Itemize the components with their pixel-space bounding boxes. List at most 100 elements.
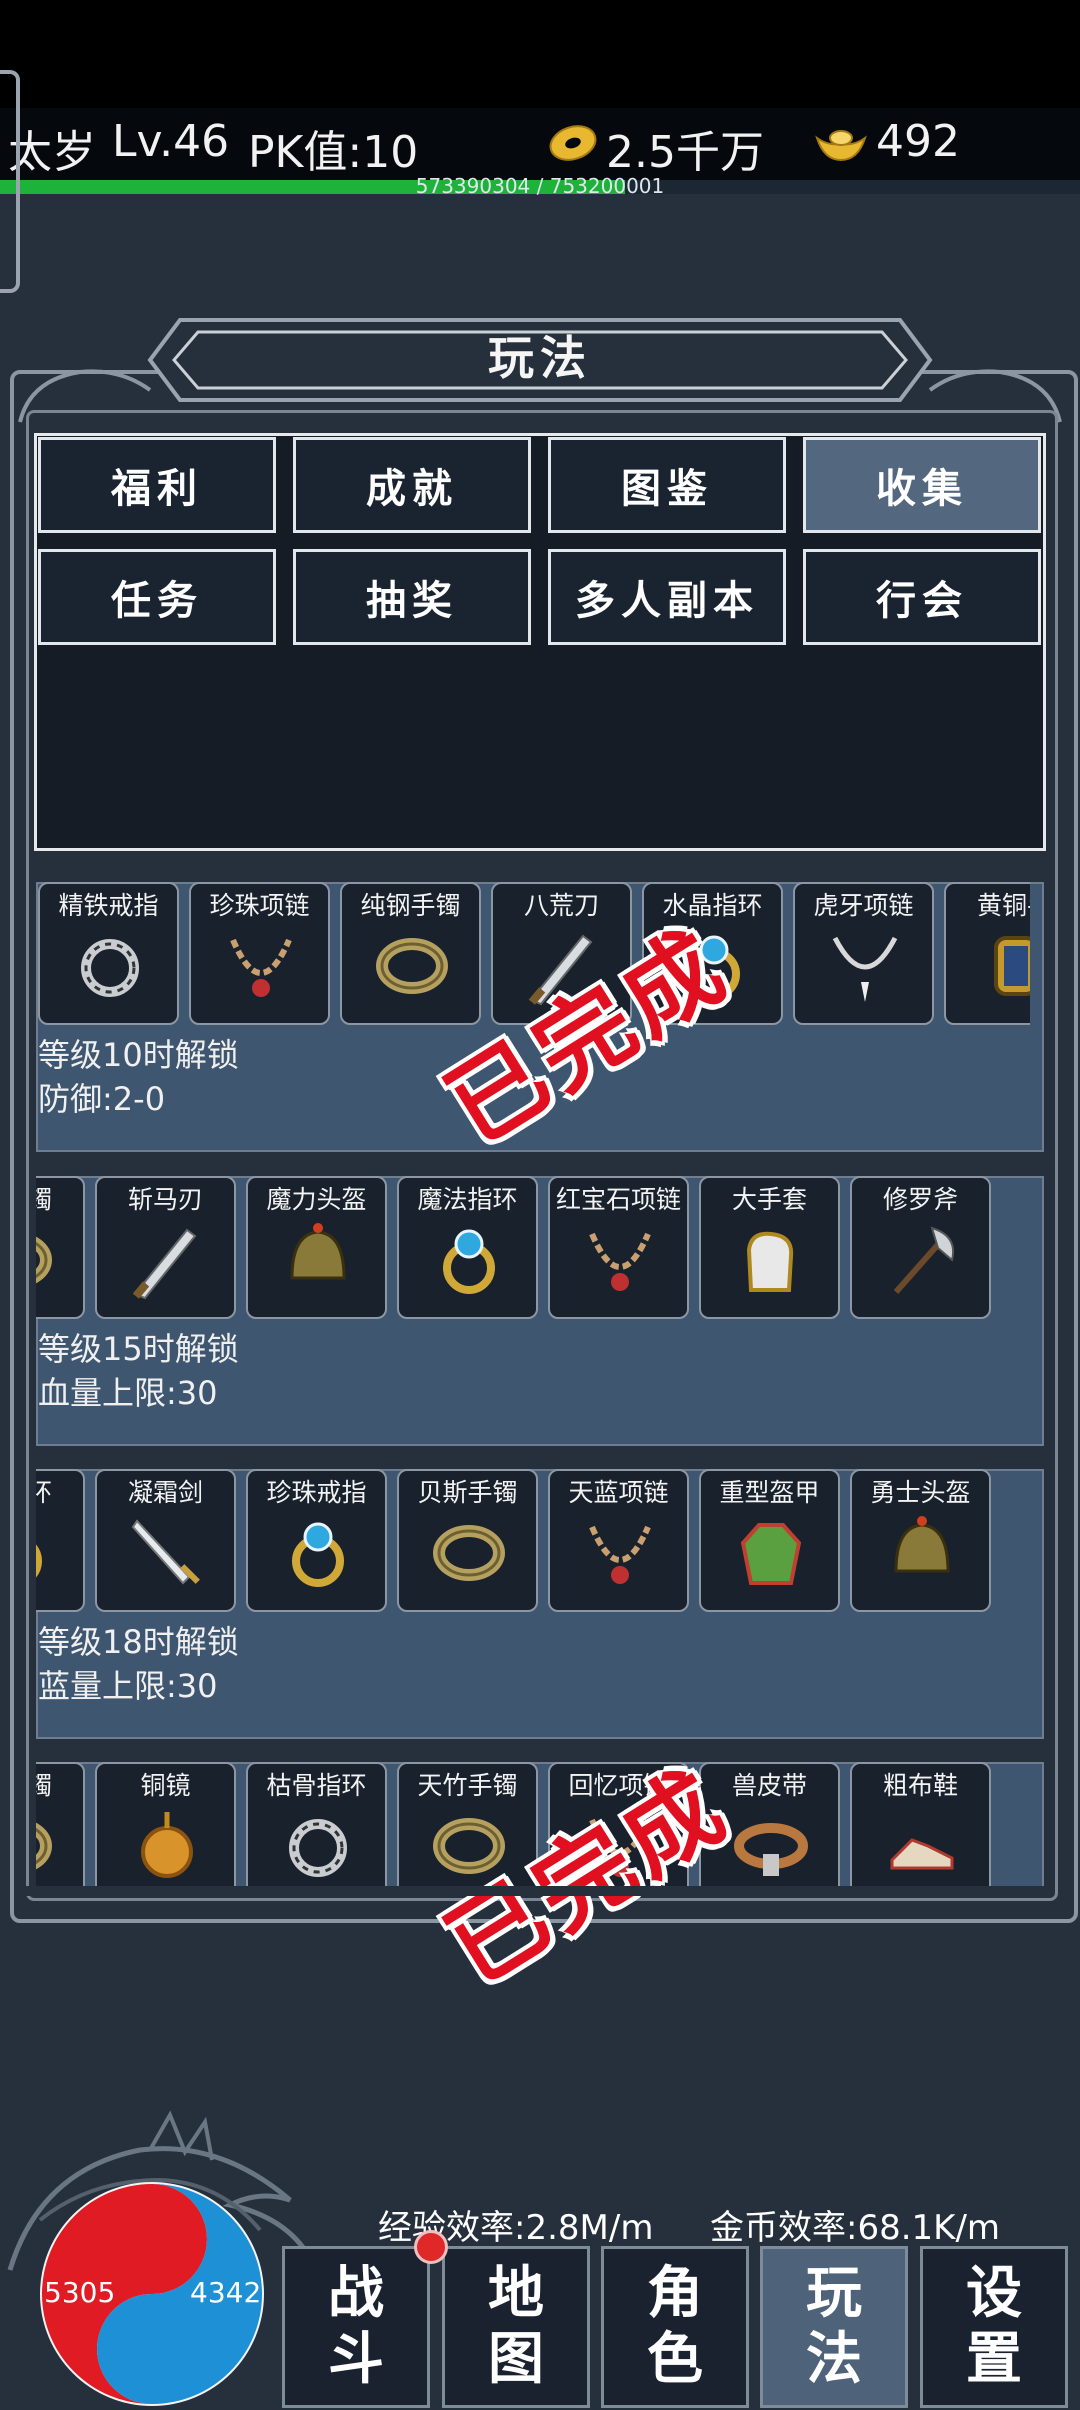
- bracelet-icon: [372, 926, 452, 1006]
- item-name: 斩马刃: [127, 1185, 203, 1214]
- collection-item[interactable]: 重型盔甲: [699, 1469, 840, 1612]
- panel-title: 玩法: [488, 331, 592, 385]
- collection-item[interactable]: 金手镯: [36, 1762, 85, 1888]
- side-drawer-handle[interactable]: [0, 70, 20, 293]
- collection-item[interactable]: 红宝石项链: [548, 1176, 689, 1319]
- item-name: 粗布鞋: [882, 1771, 958, 1800]
- collection-item[interactable]: 铜镜: [95, 1762, 236, 1888]
- gold-amount: 2.5千万: [606, 127, 764, 178]
- collection-item[interactable]: 珍珠戒指: [246, 1469, 387, 1612]
- nav-tab-label: 图: [488, 2327, 544, 2392]
- collection-item[interactable]: 珍珠项链: [189, 882, 330, 1025]
- item-name: 修罗斧: [882, 1185, 958, 1214]
- ring-icon: [70, 926, 150, 1006]
- gold-coin-icon: [549, 125, 597, 161]
- nav-tab-label: 斗: [328, 2327, 384, 2392]
- collection-bonus: 防御:2-0: [38, 1080, 166, 1118]
- ring-gem-icon: [278, 1513, 358, 1593]
- menu-button[interactable]: 抽奖: [293, 549, 531, 645]
- collection-item[interactable]: 贝斯手镯: [397, 1469, 538, 1612]
- collection-item[interactable]: 纯钢手镯: [340, 882, 481, 1025]
- item-name: 法手环: [36, 1478, 52, 1507]
- menu-button[interactable]: 任务: [38, 549, 276, 645]
- collection-item[interactable]: 枯骨指环: [246, 1762, 387, 1888]
- gold-efficiency: 金币效率:68.1K/m: [710, 2208, 1001, 2248]
- item-name: 纯钢手镯: [360, 891, 461, 920]
- bracelet-icon: [36, 1806, 56, 1886]
- nav-tab[interactable]: 设置: [920, 2246, 1068, 2408]
- collection-item[interactable]: 黄铜手: [944, 882, 1030, 1025]
- collection-item[interactable]: 黄手镯: [36, 1176, 85, 1319]
- collection-item[interactable]: 精铁戒指: [38, 882, 179, 1025]
- item-name: 枯骨指环: [266, 1771, 367, 1800]
- nav-tab[interactable]: 地图: [442, 2246, 590, 2408]
- collection-item[interactable]: 魔力头盔: [246, 1176, 387, 1319]
- collection-item-strip[interactable]: 黄手镯 斩马刃 魔力头盔 魔法指环 红宝石项链 大手套 修罗斧: [36, 1176, 1030, 1321]
- nav-tab[interactable]: 战斗: [282, 2246, 430, 2408]
- nav-tab-label: 色: [647, 2327, 703, 2392]
- collection-item[interactable]: 魔法指环: [397, 1176, 538, 1319]
- necklace-icon: [580, 1513, 660, 1593]
- exp-text: 573390304 / 753200001: [415, 174, 665, 198]
- menu-button[interactable]: 收集: [803, 437, 1041, 533]
- helmet-icon: [882, 1513, 962, 1593]
- bracelet-icon: [36, 1220, 56, 1300]
- collection-bonus: 血量上限:30: [38, 1374, 218, 1412]
- unlock-requirement: 等级15时解锁: [38, 1330, 239, 1368]
- collection-item[interactable]: 大手套: [699, 1176, 840, 1319]
- boots-icon: [882, 1806, 962, 1886]
- nav-tab-label: 法: [806, 2327, 862, 2392]
- player-level: Lv.46: [112, 116, 230, 167]
- item-name: 黄手镯: [36, 1185, 52, 1214]
- item-name: 贝斯手镯: [417, 1478, 518, 1507]
- item-name: 魔力头盔: [266, 1185, 367, 1214]
- collection-item[interactable]: 法手环: [36, 1469, 85, 1612]
- item-name: 红宝石项链: [555, 1185, 681, 1214]
- mp-value: 4342: [190, 2276, 262, 2309]
- pk-value: PK值:10: [248, 127, 419, 178]
- bracelet-icon: [429, 1513, 509, 1593]
- collection-item[interactable]: 勇士头盔: [850, 1469, 991, 1612]
- collection-bonus: 蓝量上限:30: [38, 1667, 218, 1705]
- sword-icon: [127, 1513, 207, 1593]
- ingot-amount: 492: [876, 116, 960, 167]
- nav-tab-label: 地: [488, 2261, 544, 2326]
- collection-item[interactable]: 虎牙项链: [793, 882, 934, 1025]
- ingot-icon: [815, 130, 867, 162]
- necklace-icon: [221, 926, 301, 1006]
- nav-tab-label: 设: [966, 2261, 1022, 2326]
- necklace-icon: [580, 1220, 660, 1300]
- nav-tab-label: 角: [647, 2261, 703, 2326]
- item-name: 勇士头盔: [870, 1478, 971, 1507]
- collection-item[interactable]: 天蓝项链: [548, 1469, 689, 1612]
- nav-tab[interactable]: 玩法: [760, 2246, 908, 2408]
- nav-tab[interactable]: 角色: [601, 2246, 749, 2408]
- item-name: 黄铜手: [976, 891, 1030, 920]
- gauntlet-icon: [731, 1220, 811, 1300]
- item-name: 凝霜剑: [127, 1478, 203, 1507]
- ring-gem-icon: [36, 1513, 56, 1593]
- menu-button[interactable]: 成就: [293, 437, 531, 533]
- menu-button[interactable]: 图鉴: [548, 437, 786, 533]
- ring-icon: [278, 1806, 358, 1886]
- item-name: 珍珠项链: [209, 891, 310, 920]
- blade-icon: [127, 1220, 207, 1300]
- armor-icon: [731, 1513, 811, 1593]
- collection-item[interactable]: 斩马刃: [95, 1176, 236, 1319]
- collection-item[interactable]: 粗布鞋: [850, 1762, 991, 1888]
- item-name: 金手镯: [36, 1771, 52, 1800]
- unlock-requirement: 等级18时解锁: [38, 1623, 239, 1661]
- top-black-bar: [0, 0, 1080, 108]
- menu-button[interactable]: 多人副本: [548, 549, 786, 645]
- item-name: 重型盔甲: [719, 1478, 820, 1507]
- collection-item[interactable]: 凝霜剑: [95, 1469, 236, 1612]
- item-name: 珍珠戒指: [266, 1478, 367, 1507]
- item-name: 八荒刀: [523, 891, 599, 920]
- collection-item-strip[interactable]: 法手环 凝霜剑 珍珠戒指 贝斯手镯 天蓝项链 重型盔甲 勇士头盔: [36, 1469, 1030, 1614]
- mirror-icon: [127, 1806, 207, 1886]
- menu-button[interactable]: 行会: [803, 549, 1041, 645]
- nav-tab-label: 置: [966, 2327, 1022, 2392]
- item-name: 大手套: [731, 1185, 807, 1214]
- collection-item[interactable]: 修罗斧: [850, 1176, 991, 1319]
- menu-button[interactable]: 福利: [38, 437, 276, 533]
